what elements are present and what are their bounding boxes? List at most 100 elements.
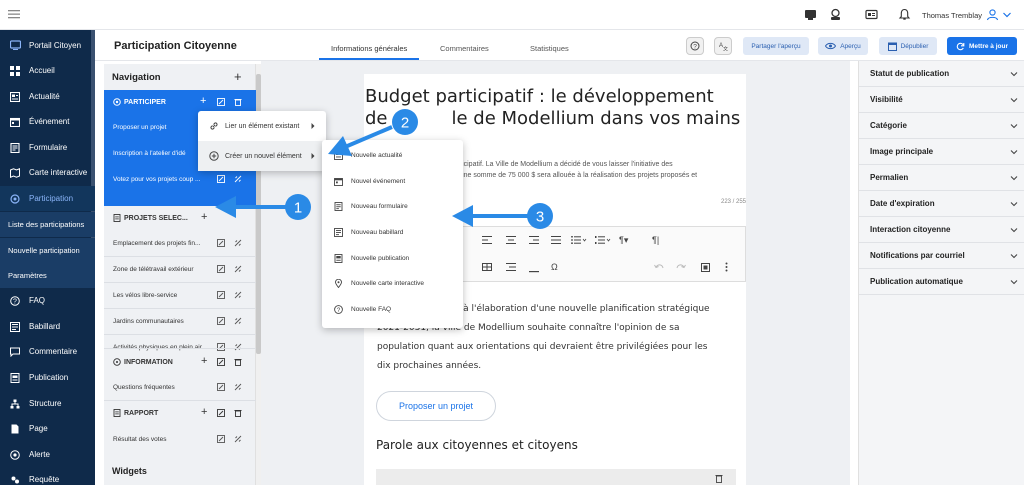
unpublish-button[interactable]: Dépublier — [879, 37, 937, 55]
fullscreen-icon[interactable] — [701, 263, 710, 274]
edit-icon[interactable] — [217, 291, 225, 299]
panel-section-categorie[interactable]: Catégorie — [859, 113, 1024, 139]
nav-item-zone-teletravail[interactable]: Zone de télétravail extérieur — [104, 257, 256, 282]
horizontal-rule-icon[interactable] — [529, 266, 539, 275]
sidebar-subitem-liste-participations[interactable]: Liste des participations — [0, 212, 95, 237]
share-preview-button[interactable]: Partager l'aperçu — [743, 37, 809, 55]
nav-item-questions-frequentes[interactable]: Questions fréquentes — [104, 375, 256, 400]
sidebar-item-requete[interactable]: Requête — [0, 467, 95, 485]
redo-icon[interactable] — [676, 263, 686, 273]
sidebar-item-evenement[interactable]: Événement — [0, 109, 95, 134]
edit-icon[interactable] — [217, 435, 225, 443]
more-options-icon[interactable] — [725, 262, 728, 274]
submenu-item-nouveau-formulaire[interactable]: Nouveau formulaire — [322, 194, 463, 219]
translate-button[interactable]: A文 — [714, 37, 732, 55]
chevron-down-icon[interactable] — [1002, 8, 1016, 22]
flag-icon[interactable] — [804, 8, 818, 22]
section-header-projets-selectionnes[interactable]: PROJETS SÉLEC... + — [104, 206, 256, 231]
unlink-icon[interactable] — [234, 383, 242, 391]
panel-section-interaction-citoyenne[interactable]: Interaction citoyenne — [859, 217, 1024, 243]
sidebar-subitem-nouvelle-participation[interactable]: Nouvelle participation — [0, 238, 95, 263]
menu-item-link-existing[interactable]: Lier un élément existant — [198, 111, 326, 141]
sidebar-item-commentaire[interactable]: Commentaire — [0, 339, 95, 364]
panel-section-date-expiration[interactable]: Date d'expiration — [859, 191, 1024, 217]
section-header-rapport[interactable]: RAPPORT + — [104, 401, 256, 426]
undo-icon[interactable] — [654, 263, 664, 273]
sidebar-item-portail-citoyen[interactable]: Portail Citoyen — [0, 33, 95, 58]
sidebar-item-page[interactable]: Page — [0, 416, 95, 441]
sidebar-item-babillard[interactable]: Babillard — [0, 314, 95, 339]
unlink-icon[interactable] — [234, 175, 242, 183]
edit-icon[interactable] — [217, 383, 225, 391]
bell-icon[interactable] — [898, 8, 912, 22]
special-character-icon[interactable]: Ω — [551, 262, 558, 272]
section-header-information[interactable]: INFORMATION + — [104, 350, 256, 375]
submenu-item-nouvelle-carte-interactive[interactable]: Nouvelle carte interactive — [322, 271, 463, 296]
unlink-icon[interactable] — [234, 265, 242, 273]
edit-icon[interactable] — [217, 317, 225, 325]
submenu-item-nouvelle-publication[interactable]: Nouvelle publication — [322, 246, 463, 271]
add-item-plus-icon[interactable]: + — [201, 407, 209, 418]
document-title[interactable]: Budget participatif : le développement d… — [365, 86, 745, 130]
unlink-icon[interactable] — [234, 291, 242, 299]
numbered-list-icon[interactable] — [595, 236, 611, 246]
edit-icon[interactable] — [217, 358, 225, 366]
panel-section-visibilite[interactable]: Visibilité — [859, 87, 1024, 113]
preview-button[interactable]: Aperçu — [818, 37, 868, 55]
add-item-plus-icon[interactable]: + — [200, 96, 208, 107]
edit-icon[interactable] — [217, 409, 225, 417]
sidebar-item-structure[interactable]: Structure — [0, 391, 95, 416]
proposer-projet-button[interactable]: Proposer un projet — [376, 391, 496, 421]
trash-icon[interactable] — [234, 409, 242, 417]
content-block[interactable] — [376, 469, 736, 485]
submenu-item-nouveau-babillard[interactable]: Nouveau babillard — [322, 220, 463, 245]
user-avatar-icon[interactable] — [986, 8, 1000, 22]
sidebar-item-actualite[interactable]: Actualité — [0, 84, 95, 109]
submenu-item-nouvelle-actualite[interactable]: Nouvelle actualité — [322, 143, 463, 168]
sidebar-item-accueil[interactable]: Accueil — [0, 58, 95, 83]
sidebar-item-faq[interactable]: ? FAQ — [0, 288, 95, 313]
add-item-plus-icon[interactable]: + — [201, 212, 209, 223]
align-right-icon[interactable] — [529, 236, 539, 246]
id-card-icon[interactable] — [865, 8, 879, 22]
edit-icon[interactable] — [217, 239, 225, 247]
sidebar-item-alerte[interactable]: Alerte — [0, 442, 95, 467]
nav-item-resultat-votes[interactable]: Résultat des votes — [104, 427, 256, 452]
trash-icon[interactable] — [715, 474, 723, 485]
tab-commentaires[interactable]: Commentaires — [440, 44, 489, 53]
trash-icon[interactable] — [234, 358, 242, 366]
submenu-item-nouvel-evenement[interactable]: Nouvel événement — [322, 169, 463, 194]
tab-informations-generales[interactable]: Informations générales — [331, 44, 407, 53]
table-icon[interactable] — [482, 263, 492, 273]
hamburger-menu-icon[interactable] — [8, 8, 22, 22]
unlink-icon[interactable] — [234, 239, 242, 247]
panel-section-publication-automatique[interactable]: Publication automatique — [859, 269, 1024, 295]
panel-section-permalien[interactable]: Permalien — [859, 165, 1024, 191]
indent-icon[interactable] — [506, 263, 516, 273]
nav-item-emplacement-projets[interactable]: Emplacement des projets fin... — [104, 231, 256, 256]
help-button[interactable]: ? — [686, 37, 704, 55]
panel-section-image-principale[interactable]: Image principale — [859, 139, 1024, 165]
paragraph-format-icon[interactable]: ¶▾ — [619, 235, 628, 246]
sidebar-item-participation[interactable]: Participation — [0, 186, 95, 211]
panel-section-notifications-courriel[interactable]: Notifications par courriel — [859, 243, 1024, 269]
support-icon[interactable] — [829, 8, 843, 22]
edit-icon[interactable] — [217, 175, 225, 183]
trash-icon[interactable] — [234, 98, 242, 106]
sidebar-subitem-parametres[interactable]: Paramètres — [0, 263, 95, 288]
panel-section-statut-publication[interactable]: Statut de publication — [859, 61, 1024, 87]
sidebar-item-carte-interactive[interactable]: Carte interactive — [0, 160, 95, 185]
sidebar-item-formulaire[interactable]: Formulaire — [0, 135, 95, 160]
edit-icon[interactable] — [217, 265, 225, 273]
bullet-list-icon[interactable] — [571, 235, 587, 246]
sidebar-item-publication[interactable]: Publication — [0, 365, 95, 390]
nav-item-jardins-communautaires[interactable]: Jardins communautaires — [104, 309, 256, 334]
user-name[interactable]: Thomas Tremblay — [922, 11, 982, 20]
add-section-plus-icon[interactable]: + — [234, 70, 242, 83]
align-center-icon[interactable] — [506, 236, 516, 246]
unlink-icon[interactable] — [234, 317, 242, 325]
paragraph-marks-icon[interactable]: ¶| — [652, 235, 659, 245]
update-button[interactable]: Mettre à jour — [947, 37, 1017, 55]
justify-icon[interactable] — [551, 236, 561, 246]
add-item-plus-icon[interactable]: + — [201, 356, 209, 367]
